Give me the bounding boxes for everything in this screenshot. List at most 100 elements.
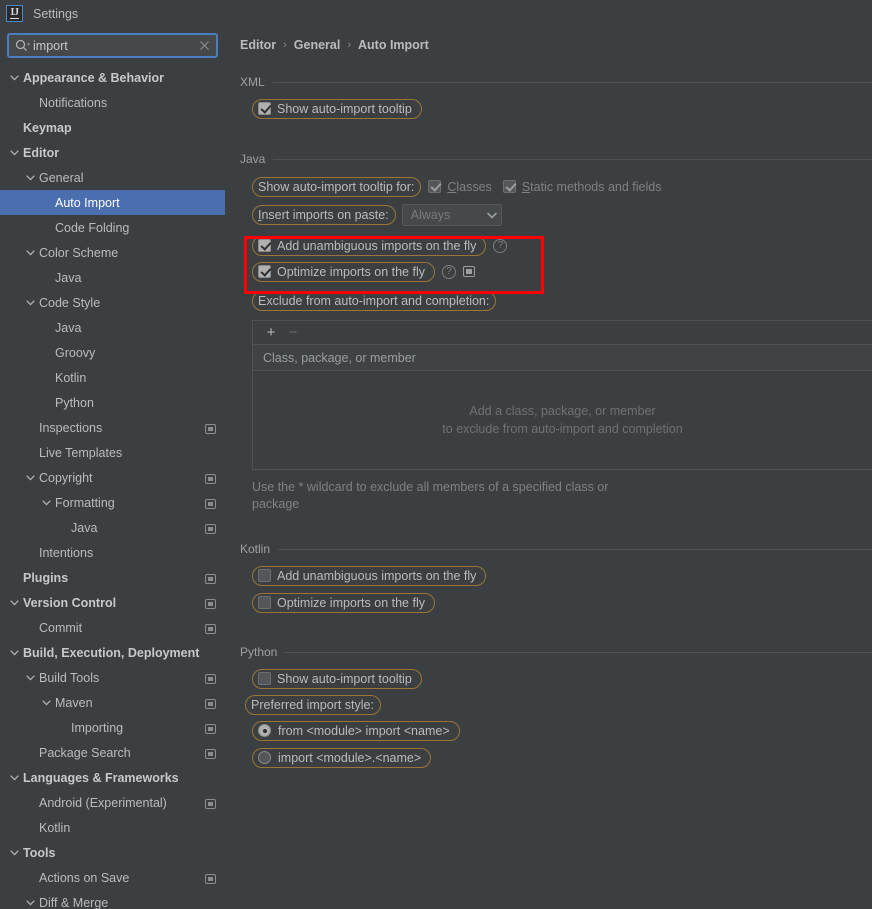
sidebar-item-plugins[interactable]: Plugins [0, 565, 225, 590]
chevron-down-icon[interactable] [8, 71, 21, 84]
chevron-down-icon[interactable] [24, 171, 37, 184]
checkbox-label: Optimize imports on the fly [277, 264, 425, 279]
configure-icon[interactable] [205, 673, 216, 684]
sidebar-item-code-folding[interactable]: Code Folding [0, 215, 225, 240]
sidebar-item-intentions[interactable]: Intentions [0, 540, 225, 565]
sidebar-item-actions-on-save[interactable]: Actions on Save [0, 865, 225, 890]
sidebar-item-auto-import[interactable]: Auto Import [0, 190, 225, 215]
java-optimize-imports-checkbox[interactable]: Optimize imports on the fly [252, 261, 435, 282]
sidebar-item-java[interactable]: Java [0, 315, 225, 340]
chevron-down-icon[interactable] [24, 246, 37, 259]
breadcrumb-item-general[interactable]: General [294, 38, 341, 52]
configure-icon[interactable] [205, 573, 216, 584]
configure-icon[interactable] [205, 423, 216, 434]
sidebar-item-java[interactable]: Java [0, 265, 225, 290]
sidebar-item-keymap[interactable]: Keymap [0, 115, 225, 140]
chevron-down-icon[interactable] [8, 646, 21, 659]
sidebar-item-code-style[interactable]: Code Style [0, 290, 225, 315]
java-exclude-from-auto-import-label: Exclude from auto-import and completion: [252, 290, 497, 311]
sidebar-item-inspections[interactable]: Inspections [0, 415, 225, 440]
search-input[interactable] [31, 38, 196, 53]
settings-content: XML Show auto-import tooltip Java Show a… [225, 72, 872, 770]
breadcrumb-item-editor[interactable]: Editor [240, 38, 276, 52]
configure-icon[interactable] [205, 473, 216, 484]
chevron-down-icon[interactable] [8, 596, 21, 609]
configure-icon[interactable] [205, 498, 216, 509]
java-static-methods-checkbox[interactable] [502, 180, 516, 193]
python-import-style-from-radio[interactable]: from <module> import <name> [252, 720, 460, 741]
sidebar-item-general[interactable]: General [0, 165, 225, 190]
java-classes-checkbox[interactable] [428, 180, 442, 193]
sidebar-item-label: Android (Experimental) [39, 795, 167, 810]
sidebar-item-copyright[interactable]: Copyright [0, 465, 225, 490]
sidebar-item-label: Java [71, 520, 98, 535]
configure-icon[interactable] [462, 266, 475, 277]
configure-icon[interactable] [205, 748, 216, 759]
java-add-unambiguous-row: Add unambiguous imports on the fly ? [225, 233, 872, 258]
sidebar-item-package-search[interactable]: Package Search [0, 740, 225, 765]
chevron-down-icon[interactable] [40, 696, 53, 709]
xml-show-tooltip-row: Show auto-import tooltip [225, 96, 872, 121]
sidebar-item-android-experimental[interactable]: Android (Experimental) [0, 790, 225, 815]
chevron-down-icon[interactable] [24, 671, 37, 684]
sidebar-item-languages-frameworks[interactable]: Languages & Frameworks [0, 765, 225, 790]
search-box[interactable] [7, 33, 218, 58]
configure-icon[interactable] [205, 873, 216, 884]
sidebar-item-notifications[interactable]: Notifications [0, 90, 225, 115]
chevron-down-icon[interactable] [8, 846, 21, 859]
divider [273, 158, 872, 160]
sidebar-item-editor[interactable]: Editor [0, 140, 225, 165]
group-title-kotlin: Kotlin [240, 542, 271, 556]
configure-icon[interactable] [205, 523, 216, 534]
xml-show-auto-import-tooltip-checkbox[interactable]: Show auto-import tooltip [252, 98, 422, 119]
sidebar-item-kotlin[interactable]: Kotlin [0, 815, 225, 840]
configure-icon[interactable] [205, 723, 216, 734]
sidebar-item-diff-merge[interactable]: Diff & Merge [0, 890, 225, 909]
chevron-down-icon[interactable] [8, 771, 21, 784]
sidebar-item-commit[interactable]: Commit [0, 615, 225, 640]
sidebar-item-java[interactable]: Java [0, 515, 225, 540]
chevron-down-icon[interactable] [8, 146, 21, 159]
exclude-list-table: + − Class, package, or member Add a clas… [252, 320, 872, 470]
radio-indicator [258, 724, 271, 737]
sidebar-item-color-scheme[interactable]: Color Scheme [0, 240, 225, 265]
java-insert-imports-on-paste-label: Insert imports on paste: [252, 204, 396, 225]
sidebar-item-live-templates[interactable]: Live Templates [0, 440, 225, 465]
configure-icon[interactable] [205, 698, 216, 709]
sidebar-item-label: Actions on Save [39, 870, 130, 885]
java-insert-on-paste-select[interactable]: Always [401, 203, 502, 226]
sidebar-item-version-control[interactable]: Version Control [0, 590, 225, 615]
configure-icon[interactable] [205, 598, 216, 609]
kotlin-optimize-imports-checkbox[interactable]: Optimize imports on the fly [252, 592, 435, 613]
sidebar-item-python[interactable]: Python [0, 390, 225, 415]
sidebar-item-kotlin[interactable]: Kotlin [0, 365, 225, 390]
python-import-style-dotted-radio[interactable]: import <module>.<name> [252, 747, 432, 768]
close-icon[interactable] [196, 41, 216, 50]
sidebar-item-tools[interactable]: Tools [0, 840, 225, 865]
sidebar-item-formatting[interactable]: Formatting [0, 490, 225, 515]
help-circle-icon[interactable]: ? [493, 238, 508, 253]
remove-exclusion-button[interactable]: − [283, 323, 303, 343]
chevron-down-icon[interactable] [24, 896, 37, 909]
sidebar-item-label: Code Folding [55, 220, 130, 235]
chevron-down-icon[interactable] [40, 496, 53, 509]
chevron-down-icon[interactable] [24, 296, 37, 309]
chevron-down-icon[interactable] [24, 471, 37, 484]
sidebar-item-build-tools[interactable]: Build Tools [0, 665, 225, 690]
breadcrumb: Editor › General › Auto Import [225, 27, 872, 63]
java-add-unambiguous-imports-checkbox[interactable]: Add unambiguous imports on the fly [252, 235, 487, 256]
add-exclusion-button[interactable]: + [261, 323, 281, 343]
sidebar-item-build-execution-deployment[interactable]: Build, Execution, Deployment [0, 640, 225, 665]
configure-icon[interactable] [205, 623, 216, 634]
sidebar-item-appearance-behavior[interactable]: Appearance & Behavior [0, 65, 225, 90]
python-show-auto-import-tooltip-checkbox[interactable]: Show auto-import tooltip [252, 668, 422, 689]
sidebar-item-importing[interactable]: Importing [0, 715, 225, 740]
help-circle-icon[interactable]: ? [441, 264, 456, 279]
search-icon[interactable] [9, 39, 31, 52]
kotlin-add-unambiguous-imports-checkbox[interactable]: Add unambiguous imports on the fly [252, 565, 487, 586]
sidebar-item-maven[interactable]: Maven [0, 690, 225, 715]
sidebar-item-groovy[interactable]: Groovy [0, 340, 225, 365]
sidebar-item-label: Appearance & Behavior [23, 70, 165, 85]
configure-icon[interactable] [205, 798, 216, 809]
group-header-python: Python [225, 642, 872, 662]
